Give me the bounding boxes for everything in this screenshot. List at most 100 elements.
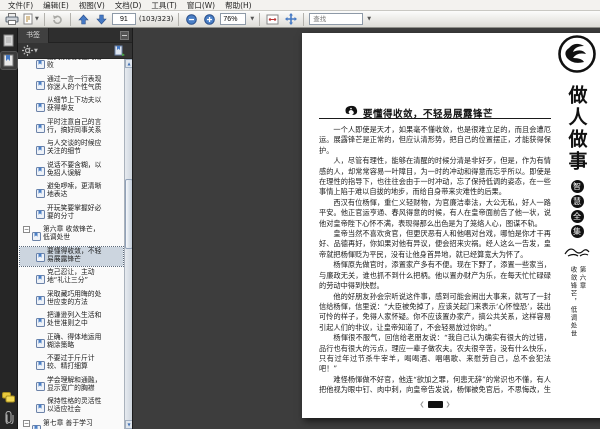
fit-page-button[interactable] bbox=[283, 12, 298, 26]
paperclip-icon bbox=[4, 411, 14, 424]
bookmark-item[interactable]: − 正确、得体地运用糊涂策略 bbox=[20, 333, 123, 353]
scroll-up-arrow[interactable]: ▲ bbox=[125, 59, 132, 68]
page-number-ornament: ❮ ❯ bbox=[419, 401, 451, 408]
collapse-minus-icon[interactable]: − bbox=[23, 419, 30, 427]
book-subtitle-seals: 智慧全集 bbox=[570, 180, 584, 238]
zoom-out-button[interactable] bbox=[184, 12, 199, 26]
menu-item[interactable]: 窗口(W) bbox=[182, 0, 220, 11]
subtitle-seal-char: 全 bbox=[570, 210, 584, 223]
body-paragraph: 皇帝当然不喜欢贪官，但更厌恶有人和他唱对台戏，哪怕是你才干再好、品德再好，你如果… bbox=[319, 229, 551, 259]
dragon-seal-icon bbox=[557, 34, 597, 78]
book-title-vertical: 做人做事 bbox=[565, 85, 588, 173]
sidebar-scrollbar[interactable]: ▲ ▼ bbox=[124, 59, 132, 429]
printer-icon bbox=[5, 13, 18, 25]
dragon-flourish-icon bbox=[564, 243, 590, 262]
previous-page-button[interactable] bbox=[76, 12, 91, 26]
bookmark-item[interactable]: − 要懂得收敛，不轻易展露锋芒 bbox=[19, 245, 124, 267]
bookmark-page-icon bbox=[36, 118, 45, 137]
bookmark-page-icon bbox=[36, 269, 45, 288]
bookmark-item[interactable]: − 采取藏巧用晦的处世应变的方法 bbox=[20, 290, 123, 310]
menu-item[interactable]: 文档(D) bbox=[110, 0, 147, 11]
bookmarks-panel-button[interactable] bbox=[0, 51, 18, 70]
bookmark-item[interactable]: − 第七章 善于学习 bbox=[20, 419, 123, 429]
up-arrow-icon bbox=[78, 14, 89, 24]
comments-panel-button[interactable] bbox=[1, 389, 17, 406]
menu-bar: 文件(F) 编辑(E) 视图(V) 文档(D) 工具(T) 窗口(W) 帮助(H) bbox=[0, 0, 600, 11]
attachments-panel-button[interactable] bbox=[1, 409, 17, 426]
body-paragraph: 杨惲很不服气，回信给老朋友说：“我自己认为确实有很大的过错，品行也有很大的污点，… bbox=[319, 333, 551, 374]
fit-width-icon bbox=[266, 14, 279, 24]
export-button[interactable]: ▼ bbox=[22, 12, 39, 26]
scrollbar-thumb[interactable] bbox=[125, 179, 132, 249]
bookmark-item[interactable]: − 从细节上下功夫以获得挚友 bbox=[20, 96, 123, 116]
body-paragraph: 他的好朋友孙会宗听说这件事，感到可能会闹出大事来，就写了一封信给杨惲，信里说：“… bbox=[319, 291, 551, 332]
menu-item[interactable]: 文件(F) bbox=[3, 0, 38, 11]
expand-current-bookmark-button[interactable] bbox=[114, 45, 125, 56]
bookmark-label: 要懂得收敛，不轻易展露锋芒 bbox=[47, 246, 102, 263]
bookmark-page-icon bbox=[32, 226, 41, 245]
bookmark-page-icon bbox=[36, 312, 45, 331]
bookmark-options-button[interactable]: ▼ bbox=[22, 45, 38, 56]
bookmark-label: 第七章 善于学习 bbox=[43, 418, 93, 427]
bookmark-item[interactable]: − 平时注意自己的言行，搞好同事关系 bbox=[20, 118, 123, 138]
bookmark-label: 采取藏巧用晦的处世应变的方法 bbox=[47, 289, 102, 306]
collapse-minus-icon[interactable]: − bbox=[23, 226, 30, 233]
page-margin-column: 做人做事 智慧全集 第六章 收敛锋芒，低调处世 bbox=[552, 33, 600, 418]
bookmark-item[interactable]: − 开玩笑要掌握好必要的分寸 bbox=[20, 204, 123, 224]
body-paragraph: 难怪杨惲做不好官，他连“欲加之罪，何患无辞”的常识也不懂，有人把他视为眼中钉、肉… bbox=[319, 374, 551, 395]
print-button[interactable] bbox=[4, 12, 19, 26]
bookmark-label: 开玩笑要掌握好必要的分寸 bbox=[47, 203, 102, 220]
page-body-text: 一个人即使是天才，如果毫不懂收敛，也是很难立足的，而且会遭厄运。展露锋芒是正常的… bbox=[319, 125, 551, 395]
page-count-label: (103/323) bbox=[138, 15, 174, 23]
bookmark-item[interactable]: − 接关系到交往的成败 bbox=[20, 59, 123, 73]
bookmark-item[interactable]: − 不要过于斤斤计较、精打细算 bbox=[20, 354, 123, 374]
bookmark-page-icon bbox=[36, 204, 45, 223]
body-paragraph: 人，尽管有理性，能够在清醒的时候分清是非好歹，但是，作为有情感的人，却常常容易一… bbox=[319, 156, 551, 197]
bookmark-item[interactable]: − 学会理解和通融，显示宽广的胸襟 bbox=[20, 376, 123, 396]
chapter-label-vertical: 第六章 收敛锋芒，低调处世 bbox=[569, 266, 586, 338]
menu-item[interactable]: 工具(T) bbox=[146, 0, 181, 11]
bookmark-item[interactable]: − 说话不要含糊，以免招人误解 bbox=[20, 161, 123, 181]
bookmarks-tab[interactable]: 书签 bbox=[18, 27, 49, 43]
bookmark-page-icon bbox=[36, 376, 45, 395]
bookmark-item[interactable]: − 保持性格的灵活性以适应社会 bbox=[20, 397, 123, 417]
bookmark-label: 从细节上下功夫以获得挚友 bbox=[47, 96, 102, 112]
search-dropdown-caret[interactable]: ▼ bbox=[367, 16, 371, 22]
export-document-icon bbox=[23, 13, 33, 25]
bookmark-item[interactable]: − 通过一言一行表现你迷人的个性气质 bbox=[20, 75, 123, 95]
bookmark-page-icon bbox=[36, 355, 45, 374]
title-rule bbox=[319, 118, 551, 119]
bookmark-item[interactable]: − 避免啰嗦，更清晰地表达 bbox=[20, 182, 123, 202]
page-number-input[interactable] bbox=[111, 13, 136, 25]
search-input[interactable] bbox=[309, 13, 364, 25]
bookmark-item[interactable]: − 克己忍让，主动地“礼让三分” bbox=[20, 268, 123, 288]
zoom-in-button[interactable] bbox=[202, 12, 217, 26]
zoom-dropdown-caret[interactable]: ▼ bbox=[250, 16, 254, 22]
bookmarks-icon bbox=[3, 54, 14, 67]
zoom-level-input[interactable] bbox=[220, 13, 247, 25]
previous-view-button[interactable] bbox=[50, 12, 65, 26]
scroll-down-arrow[interactable]: ▼ bbox=[125, 420, 132, 429]
bookmarks-sidebar: 书签 ▼ − bbox=[18, 27, 133, 429]
bookmark-page-icon bbox=[36, 183, 45, 202]
bookmark-item[interactable]: − 把谦逊列入生活和处世准则之中 bbox=[20, 311, 123, 331]
bookmark-item[interactable]: − 第六章 收敛锋芒，低调处世 bbox=[20, 225, 123, 245]
fit-width-button[interactable] bbox=[265, 12, 280, 26]
menu-item[interactable]: 编辑(E) bbox=[38, 0, 74, 11]
undo-arrow-icon bbox=[53, 15, 63, 24]
gear-icon bbox=[22, 45, 33, 56]
panel-menu-icon[interactable] bbox=[120, 30, 129, 40]
document-pane[interactable]: 要懂得收敛，不轻易展露锋芒 一个人即使是天才，如果毫不懂收敛，也是很难立足的，而… bbox=[133, 28, 600, 429]
bookmark-page-icon bbox=[36, 97, 45, 116]
bookmark-label: 学会理解和通融，显示宽广的胸襟 bbox=[47, 375, 102, 392]
next-page-button[interactable] bbox=[94, 12, 109, 26]
menu-item[interactable]: 视图(V) bbox=[74, 0, 110, 11]
menu-item[interactable]: 帮助(H) bbox=[220, 0, 257, 11]
bookmark-tree: − 接关系到交往的成败 − 通过一言一行表现你迷人的个 bbox=[18, 59, 124, 429]
bookmark-item[interactable]: − 与人交谈的时候应关注的细节 bbox=[20, 139, 123, 159]
navigation-panel-strip bbox=[0, 28, 18, 429]
bookmark-label: 平时注意自己的言行，搞好同事关系 bbox=[47, 117, 102, 134]
bookmark-label: 避免啰嗦，更清晰地表达 bbox=[47, 182, 102, 198]
pages-panel-button[interactable] bbox=[1, 32, 17, 49]
bookmark-page-icon bbox=[36, 140, 45, 159]
